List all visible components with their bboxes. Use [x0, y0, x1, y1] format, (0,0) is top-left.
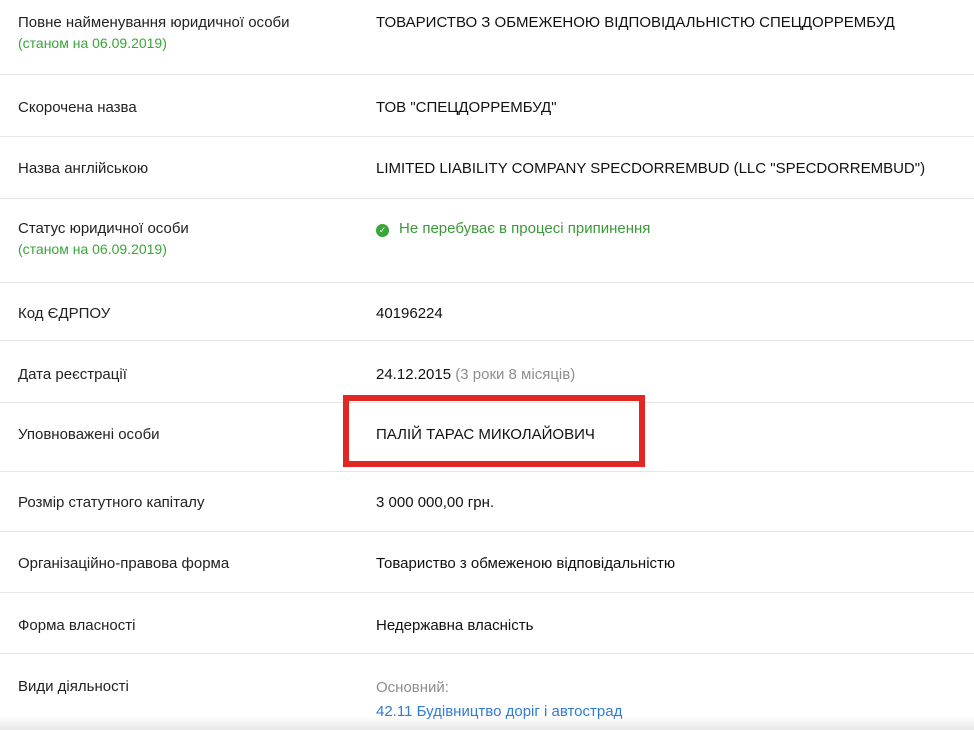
- status-date: (станом на 06.09.2019): [18, 241, 167, 257]
- row-capital: Розмір статутного капіталу 3 000 000,00 …: [0, 472, 974, 532]
- row-ownership-form: Форма власності Недержавна власність: [0, 593, 974, 654]
- legal-form-value: Товариство з обмеженою відповідальністю: [376, 555, 676, 572]
- highlight-annotation-box: [343, 395, 645, 467]
- row-full-name: Повне найменування юридичної особи (стан…: [0, 0, 974, 75]
- edrpou-label: Код ЄДРПОУ: [18, 305, 111, 322]
- registration-date-label: Дата реєстрації: [18, 366, 127, 383]
- status-value-wrap: ✓ Не перебуває в процесі припинення: [376, 218, 966, 239]
- full-name-date: (станом на 06.09.2019): [18, 35, 167, 51]
- row-short-name: Скорочена назва ТОВ "СПЕЦДОРРЕМБУД": [0, 75, 974, 137]
- row-status: Статус юридичної особи (станом на 06.09.…: [0, 199, 974, 283]
- registration-date-wrap: 24.12.2015 (3 роки 8 місяців): [376, 364, 966, 385]
- row-label: Статус юридичної особи (станом на 06.09.…: [18, 218, 358, 260]
- bottom-fade: [0, 716, 974, 730]
- short-name-label: Скорочена назва: [18, 99, 137, 116]
- row-english-name: Назва англійською LIMITED LIABILITY COMP…: [0, 137, 974, 199]
- capital-value: 3 000 000,00 грн.: [376, 494, 495, 511]
- activities-primary-label: Основний:: [376, 679, 449, 696]
- authorized-persons-label: Уповноважені особи: [18, 426, 160, 443]
- check-circle-icon: ✓: [376, 224, 389, 237]
- registration-date-value: 24.12.2015: [376, 366, 452, 383]
- activities-label: Види діяльності: [18, 678, 129, 695]
- row-legal-form: Організаційно-правова форма Товариство з…: [0, 532, 974, 593]
- row-label: Повне найменування юридичної особи (стан…: [18, 12, 358, 54]
- status-label: Статус юридичної особи: [18, 220, 189, 237]
- short-name-value: ТОВ "СПЕЦДОРРЕМБУД": [376, 99, 557, 116]
- registration-age: (3 роки 8 місяців): [455, 366, 576, 383]
- full-name-label: Повне найменування юридичної особи: [18, 14, 290, 31]
- ownership-form-label: Форма власності: [18, 617, 136, 634]
- row-registration-date: Дата реєстрації 24.12.2015 (3 роки 8 міс…: [0, 341, 974, 403]
- english-name-value: LIMITED LIABILITY COMPANY SPECDORREMBUD …: [376, 160, 926, 177]
- english-name-label: Назва англійською: [18, 160, 149, 177]
- capital-label: Розмір статутного капіталу: [18, 494, 205, 511]
- full-name-value: ТОВАРИСТВО З ОБМЕЖЕНОЮ ВІДПОВІДАЛЬНІСТЮ …: [376, 14, 895, 31]
- status-value: Не перебуває в процесі припинення: [399, 220, 651, 237]
- ownership-form-value: Недержавна власність: [376, 617, 534, 634]
- legal-form-label: Організаційно-правова форма: [18, 555, 230, 572]
- row-edrpou: Код ЄДРПОУ 40196224: [0, 283, 974, 341]
- edrpou-value: 40196224: [376, 305, 443, 322]
